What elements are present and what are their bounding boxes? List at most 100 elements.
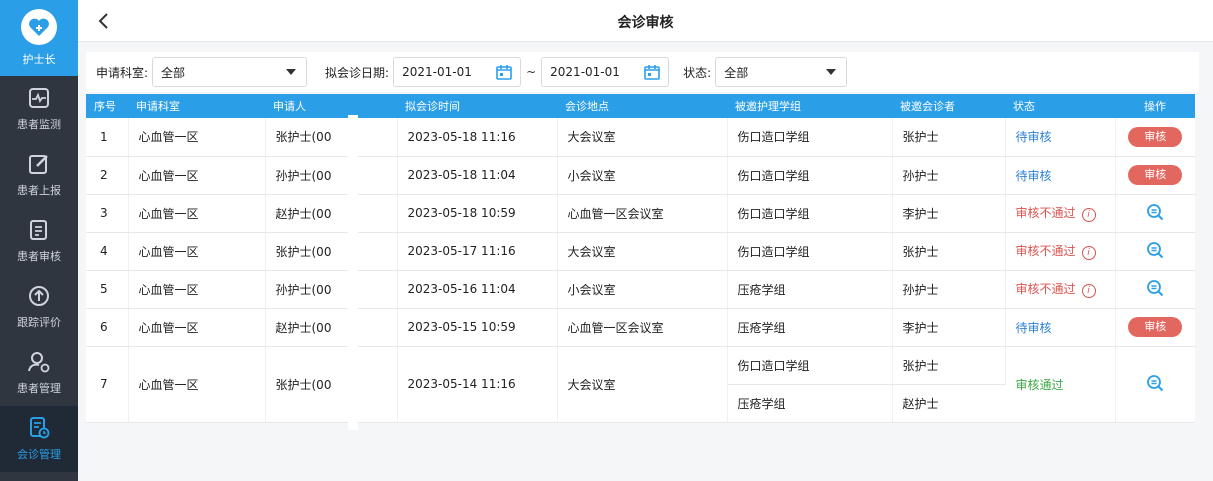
view-details-icon[interactable] <box>1146 374 1164 392</box>
cell-invitee: 张护士 <box>892 346 1006 385</box>
brand-label: 护士长 <box>22 53 56 66</box>
cell-seq: 5 <box>86 270 129 309</box>
calendar-icon <box>644 65 660 80</box>
review-button[interactable]: 审核 <box>1128 317 1183 337</box>
dept-select[interactable]: 全部 <box>152 57 308 87</box>
cell-time: 2023-05-17 11:16 <box>397 232 558 271</box>
cell-applicant: 赵护士(00 <box>265 308 398 347</box>
cell-invitee: 李护士 <box>892 308 1006 347</box>
brand: 护士长 <box>0 0 78 76</box>
cell-status: 审核不通过 i <box>1005 270 1116 309</box>
status-text: 审核不通过 <box>1015 244 1076 258</box>
cell-dept: 心血管一区 <box>128 270 266 309</box>
status-text: 待审核 <box>1015 320 1052 335</box>
table-row: 1 心血管一区 张护士(00 2023-05-18 11:16 大会议室 伤口造口学组 张护… <box>86 118 1195 157</box>
cell-invitee: 张护士 <box>892 232 1006 271</box>
page-title: 会诊审核 <box>617 15 674 31</box>
cell-time: 2023-05-14 11:16 <box>397 346 558 423</box>
cell-invitee: 李护士 <box>892 194 1006 233</box>
table-row: 3 心血管一区 赵护士(00 2023-05-18 10:59 心血管一区会议室 伤口造口… <box>86 194 1195 233</box>
col-header-invitee: 被邀会诊者 <box>892 94 1005 118</box>
cell-dept: 心血管一区 <box>128 308 266 347</box>
status-filter-label: 状态: <box>683 65 712 80</box>
cell-place: 心血管一区会议室 <box>557 194 728 233</box>
cell-applicant: 孙护士(00 <box>265 156 398 195</box>
date-range-separator: ~ <box>526 65 537 79</box>
cell-group: 压疮学组 <box>727 270 893 309</box>
date-filter-label: 拟会诊日期: <box>325 65 390 80</box>
view-details-icon[interactable] <box>1146 241 1164 259</box>
review-button[interactable]: 审核 <box>1128 165 1183 185</box>
cell-group: 伤口造口学组 <box>727 156 893 195</box>
cell-dept: 心血管一区 <box>128 346 266 423</box>
info-icon[interactable]: i <box>1081 208 1096 222</box>
cell-status: 待审核 <box>1005 118 1116 157</box>
date-to-value: 2021-01-01 <box>550 65 620 79</box>
status-text: 待审核 <box>1015 168 1052 183</box>
cell-applicant: 赵护士(00 <box>265 194 398 233</box>
heart-logo-icon <box>21 9 57 45</box>
edit-icon <box>29 155 48 174</box>
page-header: 会诊审核 <box>78 0 1213 42</box>
caret-down-icon <box>826 69 837 75</box>
date-from-picker[interactable]: 2021-01-01 <box>393 57 522 87</box>
cell-status: 审核通过 <box>1005 346 1116 423</box>
table-row: 4 心血管一区 张护士(00 2023-05-17 11:16 大会议室 伤口造口学组 张护… <box>86 232 1195 271</box>
cell-action <box>1115 346 1195 423</box>
cell-applicant: 张护士(00 <box>265 346 398 423</box>
date-to-picker[interactable]: 2021-01-01 <box>541 57 670 87</box>
cell-place: 大会议室 <box>557 118 728 157</box>
info-icon[interactable]: i <box>1081 246 1096 260</box>
user-manage-icon <box>28 352 50 373</box>
sidebar-item-label: 跟踪评价 <box>17 316 61 329</box>
cell-dept: 心血管一区 <box>128 118 266 157</box>
status-select[interactable]: 全部 <box>715 57 848 87</box>
cell-action: 审核 <box>1115 308 1195 347</box>
sidebar-item-label: 患者监测 <box>17 118 61 131</box>
sidebar-item-patient-manage[interactable]: 患者管理 <box>0 340 78 406</box>
cell-place: 大会议室 <box>557 346 728 423</box>
track-icon <box>29 286 49 306</box>
cell-seq: 7 <box>86 346 129 423</box>
cell-action <box>1115 232 1195 271</box>
col-header-applicant: 申请人 <box>265 94 397 118</box>
cell-time: 2023-05-18 10:59 <box>397 194 558 233</box>
view-details-icon[interactable] <box>1146 203 1164 221</box>
sidebar-item-label: 会诊管理 <box>17 448 61 461</box>
cell-applicant: 孙护士(00 <box>265 270 398 309</box>
table-row: 6 心血管一区 赵护士(00 2023-05-15 10:59 心血管一区会议室 压疮学组… <box>86 308 1195 347</box>
cell-time: 2023-05-15 10:59 <box>397 308 558 347</box>
table-row: 7 心血管一区 张护士(00 2023-05-14 11:16 大会议室 伤口造口学组 张护… <box>86 346 1195 423</box>
cell-time: 2023-05-18 11:16 <box>397 118 558 157</box>
sidebar-item-label: 患者管理 <box>17 382 61 395</box>
sidebar-item-consultation[interactable]: 会诊管理 <box>0 406 78 472</box>
review-button[interactable]: 审核 <box>1128 126 1183 147</box>
table-row: 2 心血管一区 孙护士(00 2023-05-18 11:04 小会议室 伤口造口学组 孙护… <box>86 156 1195 195</box>
info-icon[interactable]: i <box>1081 284 1096 298</box>
calendar-icon <box>496 65 512 80</box>
sidebar-item-patient-review[interactable]: 患者审核 <box>0 208 78 274</box>
cell-action: 审核 <box>1115 156 1195 195</box>
caret-down-icon <box>286 69 297 75</box>
cell-status: 待审核 <box>1005 308 1116 347</box>
cell-seq: 3 <box>86 194 129 233</box>
cell-seq: 2 <box>86 156 129 195</box>
cell-place: 大会议室 <box>557 232 728 271</box>
cell-status: 待审核 <box>1005 156 1116 195</box>
view-details-icon[interactable] <box>1146 279 1164 297</box>
cell-group: 伤口造口学组 <box>727 118 893 157</box>
col-header-seq: 序号 <box>86 94 128 118</box>
cell-seq: 6 <box>86 308 129 347</box>
sidebar: 护士长 患者监测 患者上报 患者审核 跟踪评价 患者管理 会诊管理 <box>0 0 78 481</box>
sidebar-item-patient-report[interactable]: 患者上报 <box>0 142 78 208</box>
cell-dept: 心血管一区 <box>128 232 266 271</box>
consultation-table: 序号 申请科室 申请人 拟会诊时间 会诊地点 被邀护理学组 被邀会诊者 状态 操… <box>86 94 1195 423</box>
sidebar-item-tracking[interactable]: 跟踪评价 <box>0 274 78 340</box>
table-header-row: 序号 申请科室 申请人 拟会诊时间 会诊地点 被邀护理学组 被邀会诊者 状态 操… <box>86 94 1195 118</box>
cell-seq: 1 <box>86 118 129 157</box>
cell-group: 伤口造口学组 <box>727 194 893 233</box>
col-header-group: 被邀护理学组 <box>727 94 892 118</box>
sidebar-item-patient-monitor[interactable]: 患者监测 <box>0 76 78 142</box>
cell-seq: 4 <box>86 232 129 271</box>
cell-time: 2023-05-18 11:04 <box>397 156 558 195</box>
